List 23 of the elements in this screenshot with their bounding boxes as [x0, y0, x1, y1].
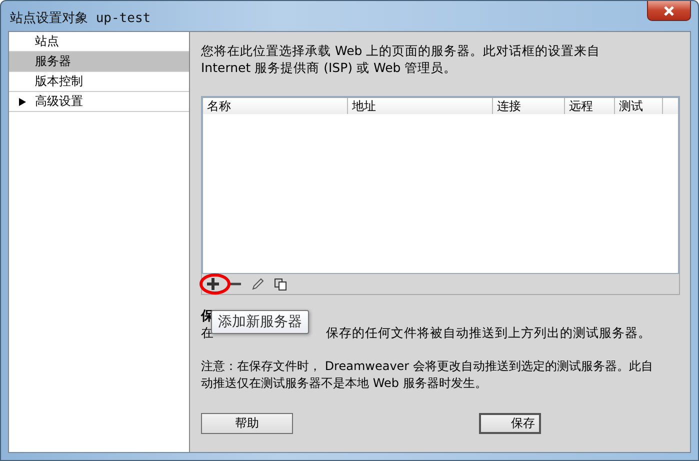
close-icon[interactable]	[663, 6, 675, 16]
column-header[interactable]: 地址	[348, 98, 493, 114]
sidebar-item[interactable]: 高级设置	[9, 92, 189, 112]
column-header[interactable]: 远程	[565, 98, 615, 114]
server-table[interactable]: 名称 地址 连接 远程 测试	[201, 96, 680, 274]
tooltip: 添加新服务器	[211, 310, 309, 334]
column-header[interactable]: 测试	[615, 98, 663, 114]
window-title: 站点设置对象 up-test	[10, 10, 151, 27]
pencil-icon[interactable]	[251, 278, 264, 290]
sidebar-item[interactable]: 服务器	[9, 52, 189, 72]
duplicate-icon[interactable]	[274, 278, 287, 290]
close-button[interactable]	[647, 1, 691, 21]
save-button[interactable]: 保存	[479, 413, 541, 434]
column-header[interactable]: 名称	[203, 98, 348, 114]
column-header[interactable]: 连接	[493, 98, 565, 114]
description-text: 您将在此位置选择承载 Web 上的页面的服务器。此对话框的设置来自 Internet 服务提供商 (ISP) 或 Web 管理员。	[201, 42, 602, 76]
help-button[interactable]: 帮助	[201, 413, 293, 434]
add-icon[interactable]	[207, 278, 219, 290]
sidebar-item[interactable]: 版本控制	[9, 72, 189, 92]
note-text: 注意：在保存文件时， Dreamweaver 会将更改自动推送到选定的测试服务器。此自动推送仅在测试服务器不是本地 Web 服务器时发生。	[201, 358, 654, 392]
description-text: 保存的任何文件将被自动推送到上方列出的测试服务器。	[326, 325, 651, 342]
highlight-circle	[199, 273, 231, 295]
expand-arrow-icon[interactable]	[18, 98, 26, 106]
